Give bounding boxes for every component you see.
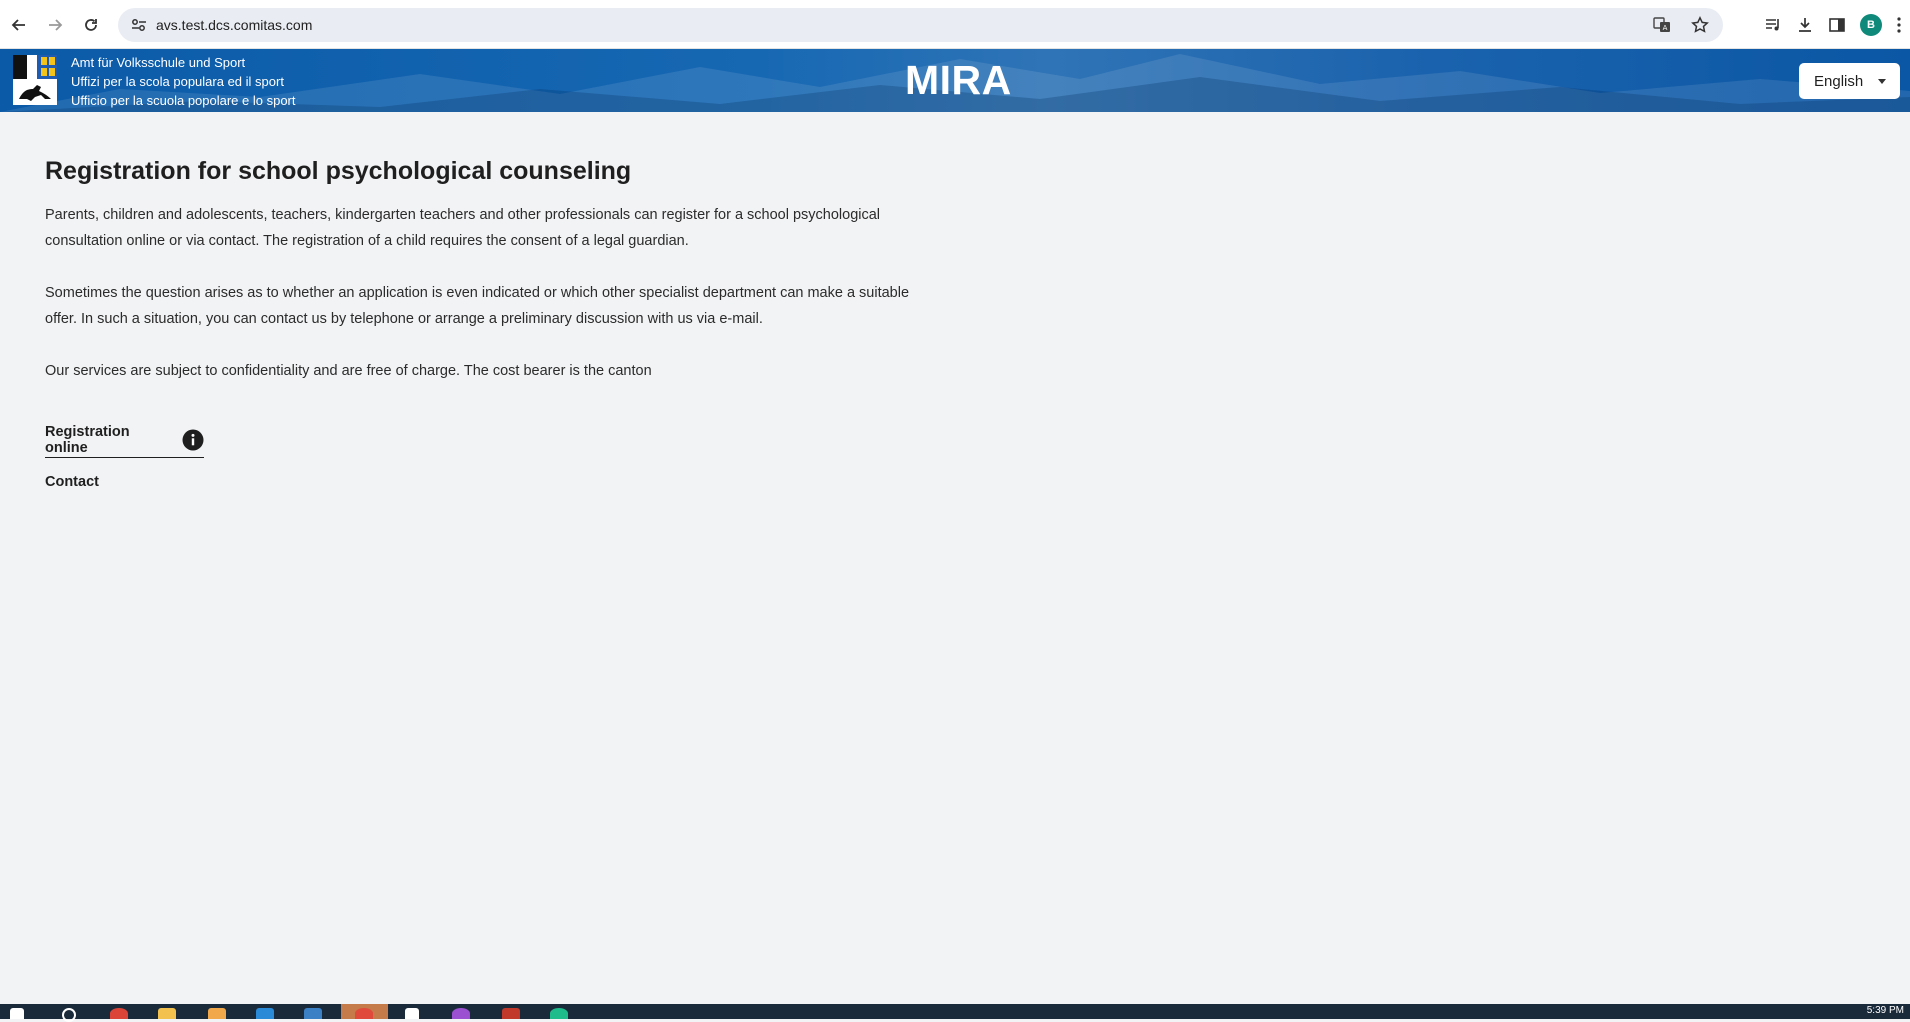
guidance-paragraph: Sometimes the question arises as to whet… xyxy=(45,285,910,327)
tab-contact-label: Contact xyxy=(45,474,99,490)
settings-gear-icon[interactable] xyxy=(405,1008,419,1019)
language-select[interactable]: English xyxy=(1799,63,1900,99)
tab-registration-online[interactable]: Registration online xyxy=(45,424,204,458)
page-title: Registration for school psychological co… xyxy=(45,157,632,185)
vscode-icon[interactable] xyxy=(256,1008,274,1019)
info-icon[interactable] xyxy=(182,429,204,451)
language-select-value: English xyxy=(1814,72,1864,90)
kebab-menu-icon[interactable] xyxy=(1896,16,1902,34)
app-window-icon[interactable] xyxy=(304,1008,322,1019)
svg-text:A: A xyxy=(1663,24,1668,32)
registration-tabs: Registration online Contact xyxy=(45,424,945,490)
file-explorer-icon[interactable] xyxy=(158,1008,176,1019)
main-content: Registration for school psychological co… xyxy=(45,112,945,490)
os-taskbar: 5:39 PM xyxy=(0,1004,1910,1022)
side-panel-icon[interactable] xyxy=(1828,16,1846,34)
site-header: Amt für Volksschule und Sport Uffizi per… xyxy=(0,49,1910,112)
folder-app-icon[interactable] xyxy=(208,1008,226,1019)
chrome-app-icon[interactable] xyxy=(110,1008,128,1019)
media-app-icon[interactable] xyxy=(502,1008,520,1019)
translate-icon[interactable]: A xyxy=(1653,16,1671,34)
tab-registration-online-label: Registration online xyxy=(45,423,130,456)
chrome-active-icon[interactable] xyxy=(355,1008,373,1019)
profile-avatar[interactable]: B xyxy=(1860,14,1882,36)
download-icon[interactable] xyxy=(1796,16,1814,34)
media-queue-icon[interactable] xyxy=(1764,16,1782,34)
office-name: Amt für Volksschule und Sport Uffizi per… xyxy=(71,53,296,110)
address-bar[interactable]: avs.test.dcs.comitas.com A xyxy=(118,8,1723,42)
confidentiality-paragraph: Our services are subject to confidential… xyxy=(45,363,652,379)
office-name-it: Ufficio per la scuola popolare e lo spor… xyxy=(71,93,296,108)
forward-icon[interactable] xyxy=(37,7,73,43)
reload-icon[interactable] xyxy=(73,7,109,43)
canton-crest-logo xyxy=(13,55,57,105)
app-title: MIRA xyxy=(905,57,1012,103)
url-text[interactable]: avs.test.dcs.comitas.com xyxy=(156,17,312,33)
windows-start-icon[interactable] xyxy=(10,1008,24,1019)
office-name-rm: Uffizi per la scola populara ed il sport xyxy=(71,74,284,89)
bookmark-star-icon[interactable] xyxy=(1691,16,1709,34)
site-settings-icon[interactable] xyxy=(122,18,156,32)
chevron-down-icon xyxy=(1878,79,1886,84)
office-name-de: Amt für Volksschule und Sport xyxy=(71,55,246,70)
edge-browser-icon[interactable] xyxy=(550,1008,568,1019)
back-icon[interactable] xyxy=(1,7,37,43)
search-icon[interactable] xyxy=(62,1008,76,1022)
intro-paragraph: Parents, children and adolescents, teach… xyxy=(45,207,881,249)
taskbar-clock: 5:39 PM xyxy=(1866,1005,1904,1016)
browser-toolbar: avs.test.dcs.comitas.com A B xyxy=(0,0,1910,49)
podcast-app-icon[interactable] xyxy=(452,1008,470,1019)
tab-contact[interactable]: Contact xyxy=(45,474,945,490)
